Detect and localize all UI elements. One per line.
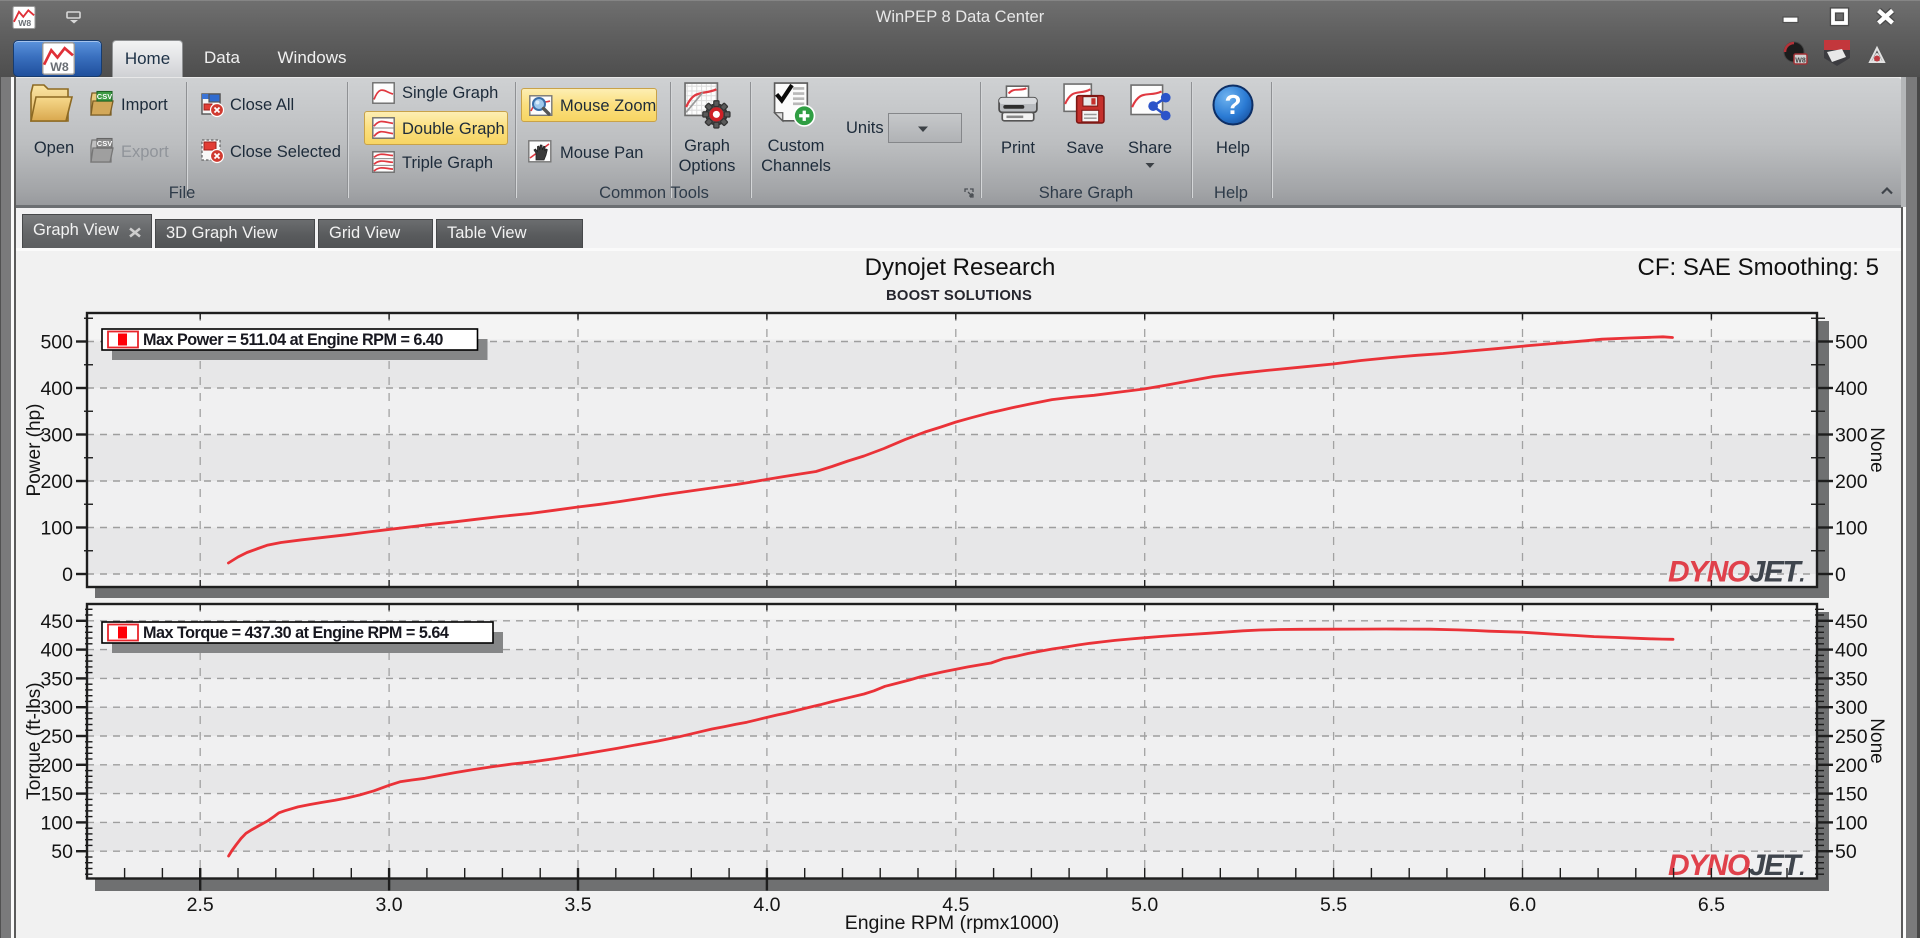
svg-text:CF: SAE Smoothing: 5: CF: SAE Smoothing: 5 — [1638, 254, 1879, 281]
svg-text:400: 400 — [1835, 378, 1868, 400]
svg-text:5.0: 5.0 — [1131, 894, 1158, 916]
svg-text:400: 400 — [40, 378, 73, 400]
svg-text:Power (hp): Power (hp) — [24, 404, 45, 497]
svg-text:DYNOJET.: DYNOJET. — [1668, 556, 1804, 589]
svg-text:3.0: 3.0 — [376, 894, 403, 916]
svg-text:200: 200 — [40, 471, 73, 493]
svg-text:Engine RPM (rpmx1000): Engine RPM (rpmx1000) — [845, 912, 1060, 934]
svg-text:200: 200 — [1835, 755, 1868, 777]
svg-text:3.5: 3.5 — [564, 894, 591, 916]
svg-text:Max Torque = 437.30 at Engine: Max Torque = 437.30 at Engine RPM = 5.64 — [143, 624, 449, 642]
svg-text:4.0: 4.0 — [753, 894, 780, 916]
svg-text:500: 500 — [40, 332, 73, 354]
svg-text:None: None — [1866, 427, 1887, 472]
svg-text:250: 250 — [1835, 726, 1868, 748]
svg-text:400: 400 — [40, 640, 73, 662]
svg-text:350: 350 — [1835, 668, 1868, 690]
svg-text:150: 150 — [1835, 784, 1868, 806]
svg-text:200: 200 — [1835, 471, 1868, 493]
svg-text:Dynojet Research: Dynojet Research — [865, 254, 1056, 281]
svg-text:0: 0 — [62, 564, 73, 586]
svg-text:250: 250 — [40, 726, 73, 748]
svg-text:400: 400 — [1835, 640, 1868, 662]
svg-text:100: 100 — [1835, 812, 1868, 834]
svg-text:300: 300 — [40, 425, 73, 447]
svg-text:100: 100 — [1835, 518, 1868, 540]
svg-text:300: 300 — [40, 697, 73, 719]
svg-text:6.0: 6.0 — [1509, 894, 1536, 916]
svg-text:50: 50 — [1835, 841, 1857, 863]
svg-text:350: 350 — [40, 668, 73, 690]
svg-text:150: 150 — [40, 784, 73, 806]
svg-text:Torque (ft-lbs): Torque (ft-lbs) — [24, 682, 45, 799]
svg-text:6.5: 6.5 — [1698, 894, 1725, 916]
svg-text:450: 450 — [40, 611, 73, 633]
svg-text:2.5: 2.5 — [187, 894, 214, 916]
svg-text:200: 200 — [40, 755, 73, 777]
svg-text:DYNOJET.: DYNOJET. — [1668, 849, 1804, 882]
svg-text:5.5: 5.5 — [1320, 894, 1347, 916]
svg-text:300: 300 — [1835, 697, 1868, 719]
svg-text:100: 100 — [40, 812, 73, 834]
svg-text:BOOST SOLUTIONS: BOOST SOLUTIONS — [886, 288, 1032, 304]
svg-text:100: 100 — [40, 518, 73, 540]
svg-text:Max Power = 511.04 at Engine R: Max Power = 511.04 at Engine RPM = 6.40 — [143, 331, 443, 349]
svg-text:450: 450 — [1835, 611, 1868, 633]
svg-text:None: None — [1866, 718, 1887, 763]
svg-text:50: 50 — [51, 841, 73, 863]
svg-text:500: 500 — [1835, 332, 1868, 354]
svg-text:0: 0 — [1835, 564, 1846, 586]
svg-text:300: 300 — [1835, 425, 1868, 447]
